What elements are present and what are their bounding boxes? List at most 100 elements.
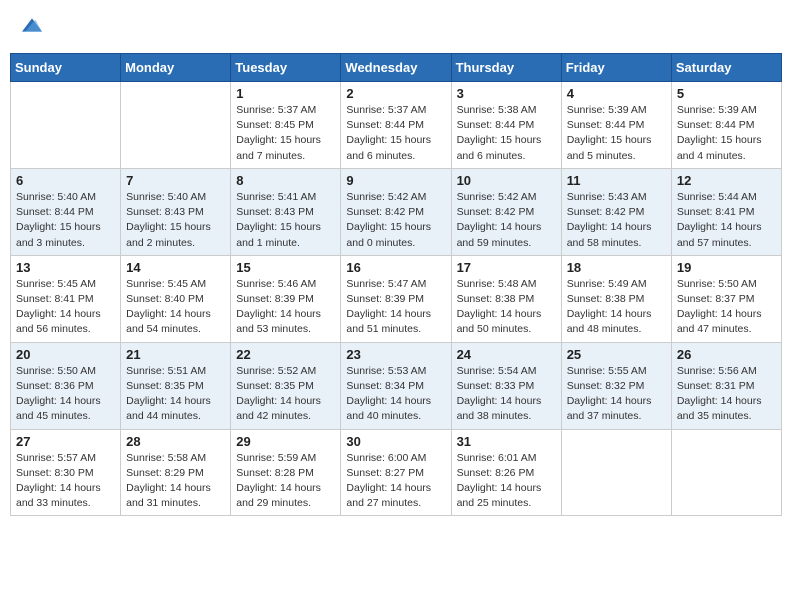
weekday-header-sunday: Sunday [11,54,121,82]
day-info: Sunrise: 5:57 AM Sunset: 8:30 PM Dayligh… [16,451,115,512]
day-number: 17 [457,260,556,275]
day-info: Sunrise: 5:53 AM Sunset: 8:34 PM Dayligh… [346,364,445,425]
calendar-cell [121,82,231,169]
calendar-cell: 6 Sunrise: 5:40 AM Sunset: 8:44 PM Daylig… [11,168,121,255]
day-number: 21 [126,347,225,362]
calendar-table: SundayMondayTuesdayWednesdayThursdayFrid… [10,53,782,516]
calendar-cell: 2 Sunrise: 5:37 AM Sunset: 8:44 PM Daylig… [341,82,451,169]
calendar-week-4: 20Sunrise: 5:50 AM Sunset: 8:36 PM Dayli… [11,342,782,429]
day-number: 4 [567,86,666,101]
calendar-cell: 19 Sunrise: 5:50 AM Sunset: 8:37 PM Dayli… [671,255,781,342]
weekday-header-thursday: Thursday [451,54,561,82]
calendar-cell: 3 Sunrise: 5:38 AM Sunset: 8:44 PM Daylig… [451,82,561,169]
day-info: Sunrise: 5:38 AM Sunset: 8:44 PM Dayligh… [457,103,556,164]
calendar-cell: 4 Sunrise: 5:39 AM Sunset: 8:44 PM Daylig… [561,82,671,169]
day-number: 27 [16,434,115,449]
calendar-cell: 9Sunrise: 5:42 AM Sunset: 8:42 PM Daylig… [341,168,451,255]
weekday-header-friday: Friday [561,54,671,82]
day-number: 14 [126,260,225,275]
day-info: Sunrise: 5:50 AM Sunset: 8:37 PM Dayligh… [677,277,776,338]
calendar-cell: 28 Sunrise: 5:58 AM Sunset: 8:29 PM Dayli… [121,429,231,516]
calendar-week-1: 1 Sunrise: 5:37 AM Sunset: 8:45 PM Daylig… [11,82,782,169]
calendar-cell: 17 Sunrise: 5:48 AM Sunset: 8:38 PM Dayli… [451,255,561,342]
page-header [10,10,782,45]
calendar-cell: 15 Sunrise: 5:46 AM Sunset: 8:39 PM Dayli… [231,255,341,342]
day-number: 19 [677,260,776,275]
day-info: Sunrise: 5:40 AM Sunset: 8:44 PM Dayligh… [16,190,115,251]
calendar-cell: 10Sunrise: 5:42 AM Sunset: 8:42 PM Dayli… [451,168,561,255]
calendar-cell: 31 Sunrise: 6:01 AM Sunset: 8:26 PM Dayli… [451,429,561,516]
day-info: Sunrise: 5:39 AM Sunset: 8:44 PM Dayligh… [567,103,666,164]
calendar-cell: 24Sunrise: 5:54 AM Sunset: 8:33 PM Dayli… [451,342,561,429]
weekday-header-tuesday: Tuesday [231,54,341,82]
calendar-cell: 13Sunrise: 5:45 AM Sunset: 8:41 PM Dayli… [11,255,121,342]
day-info: Sunrise: 5:41 AM Sunset: 8:43 PM Dayligh… [236,190,335,251]
logo-icon [22,15,42,35]
day-info: Sunrise: 5:47 AM Sunset: 8:39 PM Dayligh… [346,277,445,338]
day-number: 3 [457,86,556,101]
day-info: Sunrise: 5:52 AM Sunset: 8:35 PM Dayligh… [236,364,335,425]
day-info: Sunrise: 5:49 AM Sunset: 8:38 PM Dayligh… [567,277,666,338]
weekday-header-wednesday: Wednesday [341,54,451,82]
day-number: 25 [567,347,666,362]
calendar-cell: 27 Sunrise: 5:57 AM Sunset: 8:30 PM Dayli… [11,429,121,516]
calendar-cell: 23 Sunrise: 5:53 AM Sunset: 8:34 PM Dayli… [341,342,451,429]
day-number: 11 [567,173,666,188]
calendar-cell: 22 Sunrise: 5:52 AM Sunset: 8:35 PM Dayli… [231,342,341,429]
calendar-cell: 20Sunrise: 5:50 AM Sunset: 8:36 PM Dayli… [11,342,121,429]
day-info: Sunrise: 5:48 AM Sunset: 8:38 PM Dayligh… [457,277,556,338]
calendar-cell: 18 Sunrise: 5:49 AM Sunset: 8:38 PM Dayli… [561,255,671,342]
day-info: Sunrise: 5:37 AM Sunset: 8:45 PM Dayligh… [236,103,335,164]
calendar-cell [561,429,671,516]
day-info: Sunrise: 6:01 AM Sunset: 8:26 PM Dayligh… [457,451,556,512]
calendar-cell: 30 Sunrise: 6:00 AM Sunset: 8:27 PM Dayli… [341,429,451,516]
calendar-week-2: 6 Sunrise: 5:40 AM Sunset: 8:44 PM Daylig… [11,168,782,255]
day-number: 29 [236,434,335,449]
day-number: 1 [236,86,335,101]
day-info: Sunrise: 5:37 AM Sunset: 8:44 PM Dayligh… [346,103,445,164]
day-number: 9 [346,173,445,188]
weekday-header-monday: Monday [121,54,231,82]
day-number: 30 [346,434,445,449]
day-info: Sunrise: 5:44 AM Sunset: 8:41 PM Dayligh… [677,190,776,251]
day-number: 18 [567,260,666,275]
calendar-cell: 16 Sunrise: 5:47 AM Sunset: 8:39 PM Dayli… [341,255,451,342]
day-number: 7 [126,173,225,188]
day-info: Sunrise: 5:51 AM Sunset: 8:35 PM Dayligh… [126,364,225,425]
day-info: Sunrise: 5:58 AM Sunset: 8:29 PM Dayligh… [126,451,225,512]
day-info: Sunrise: 5:46 AM Sunset: 8:39 PM Dayligh… [236,277,335,338]
day-info: Sunrise: 5:54 AM Sunset: 8:33 PM Dayligh… [457,364,556,425]
calendar-cell: 26 Sunrise: 5:56 AM Sunset: 8:31 PM Dayli… [671,342,781,429]
day-info: Sunrise: 5:40 AM Sunset: 8:43 PM Dayligh… [126,190,225,251]
calendar-cell: 7 Sunrise: 5:40 AM Sunset: 8:43 PM Daylig… [121,168,231,255]
day-number: 26 [677,347,776,362]
day-info: Sunrise: 5:55 AM Sunset: 8:32 PM Dayligh… [567,364,666,425]
calendar-header-row: SundayMondayTuesdayWednesdayThursdayFrid… [11,54,782,82]
day-number: 6 [16,173,115,188]
day-number: 22 [236,347,335,362]
day-number: 2 [346,86,445,101]
calendar-cell: 12Sunrise: 5:44 AM Sunset: 8:41 PM Dayli… [671,168,781,255]
calendar-cell: 5Sunrise: 5:39 AM Sunset: 8:44 PM Daylig… [671,82,781,169]
day-info: Sunrise: 5:50 AM Sunset: 8:36 PM Dayligh… [16,364,115,425]
calendar-cell [11,82,121,169]
calendar-cell [671,429,781,516]
day-number: 31 [457,434,556,449]
day-number: 10 [457,173,556,188]
day-number: 5 [677,86,776,101]
day-number: 13 [16,260,115,275]
calendar-cell: 29 Sunrise: 5:59 AM Sunset: 8:28 PM Dayli… [231,429,341,516]
day-number: 23 [346,347,445,362]
day-info: Sunrise: 5:56 AM Sunset: 8:31 PM Dayligh… [677,364,776,425]
day-info: Sunrise: 5:43 AM Sunset: 8:42 PM Dayligh… [567,190,666,251]
calendar-cell: 25 Sunrise: 5:55 AM Sunset: 8:32 PM Dayli… [561,342,671,429]
calendar-cell: 11 Sunrise: 5:43 AM Sunset: 8:42 PM Dayli… [561,168,671,255]
calendar-cell: 8Sunrise: 5:41 AM Sunset: 8:43 PM Daylig… [231,168,341,255]
day-number: 15 [236,260,335,275]
day-info: Sunrise: 5:59 AM Sunset: 8:28 PM Dayligh… [236,451,335,512]
calendar-week-5: 27 Sunrise: 5:57 AM Sunset: 8:30 PM Dayli… [11,429,782,516]
day-info: Sunrise: 6:00 AM Sunset: 8:27 PM Dayligh… [346,451,445,512]
calendar-cell: 1 Sunrise: 5:37 AM Sunset: 8:45 PM Daylig… [231,82,341,169]
day-number: 28 [126,434,225,449]
day-number: 16 [346,260,445,275]
